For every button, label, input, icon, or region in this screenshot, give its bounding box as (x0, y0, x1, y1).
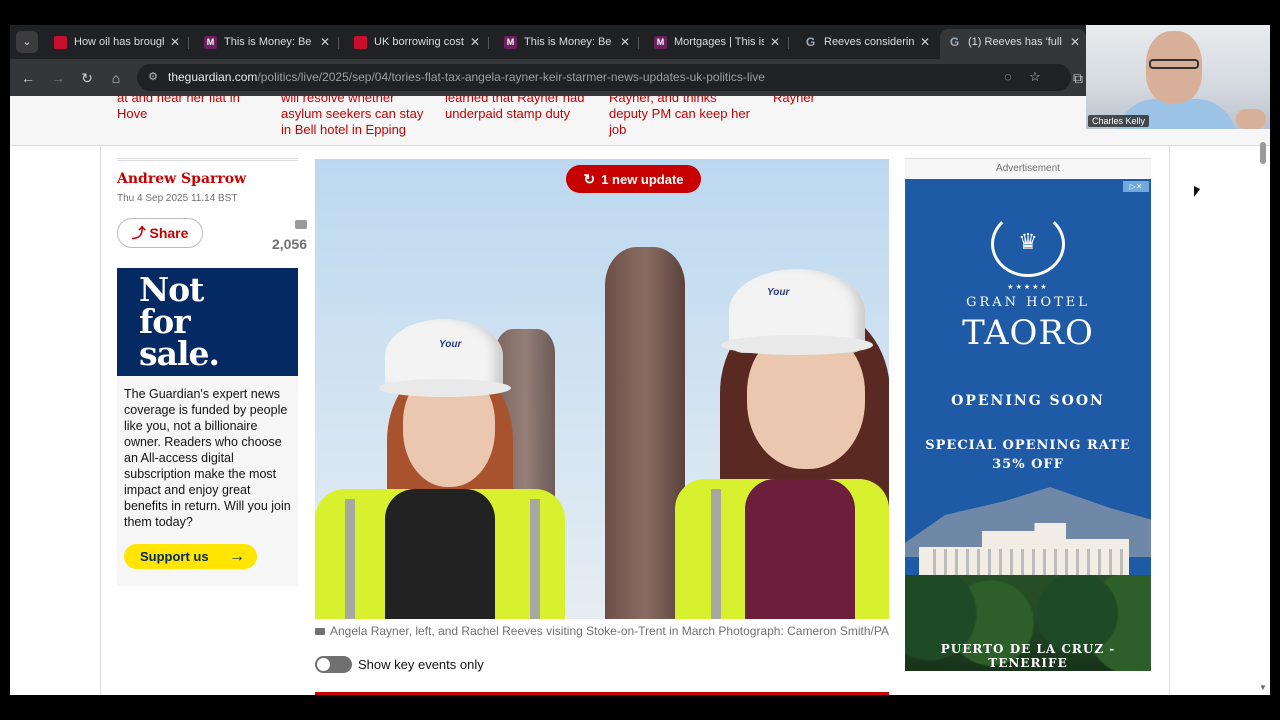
support-us-button[interactable]: Support us → (124, 544, 257, 569)
tab-reeves-full-confidence[interactable]: G (1) Reeves has 'full c ✕ (940, 29, 1086, 59)
tab-strip: ⌄ How oil has brought ✕ M This is Money:… (10, 25, 1086, 59)
close-icon[interactable]: ✕ (168, 29, 182, 55)
tab-uk-borrowing[interactable]: UK borrowing costs ✕ (346, 29, 486, 57)
mouse-cursor-icon (1194, 186, 1200, 197)
eye-off-icon[interactable]: ◌ (1000, 69, 1016, 85)
hat-logo: Your (439, 339, 462, 350)
ad-line-opening: OPENING SOON (951, 393, 1105, 409)
ad-line-rate: SPECIAL OPENING RATE (925, 438, 1131, 453)
hotel-advert[interactable]: ▷✕ ♛ ★★★★★ GRAN HOTEL TAORO OPENING SOON… (905, 179, 1151, 671)
related-link[interactable]: will resolve whether asylum seekers can … (281, 96, 431, 138)
not-for-sale-banner: Not for sale. (117, 268, 298, 376)
tab-label: Mortgages | This is M (674, 36, 764, 48)
reload-icon[interactable]: ↻ (77, 68, 97, 88)
site-favicon-icon: M (654, 36, 667, 49)
adchoices-icon[interactable]: ▷✕ (1123, 181, 1149, 192)
url-text: theguardian.com/politics/live/2025/sep/0… (168, 70, 765, 84)
arrow-right-icon: → (229, 548, 245, 565)
site-favicon-icon: M (504, 36, 517, 49)
tab-mortgages[interactable]: M Mortgages | This is M ✕ (646, 29, 786, 57)
screen: ⌄ How oil has brought ✕ M This is Money:… (0, 0, 1280, 720)
tab-this-is-money-2[interactable]: M This is Money: Be yo ✕ (496, 29, 636, 57)
related-stories-strip: at and near her flat in Hove will resolv… (10, 96, 1270, 146)
refresh-icon: ↻ (583, 171, 596, 187)
key-events-toggle[interactable] (315, 656, 352, 673)
close-icon[interactable]: ✕ (618, 29, 632, 55)
tab-label: This is Money: Be yo (524, 36, 614, 48)
camera-icon (315, 628, 325, 635)
crown-icon: ♛ (1018, 229, 1038, 254)
ad-line-discount: 35% OFF (992, 457, 1064, 472)
share-icon: ⤴ (131, 225, 150, 241)
live-blog-divider (315, 692, 889, 695)
back-arrow-icon[interactable]: ← (18, 68, 38, 88)
site-info-icon[interactable]: ⚙ (145, 69, 161, 85)
tab-label: Reeves considering (824, 36, 914, 48)
related-link[interactable]: learned that Rayner had underpaid stamp … (445, 96, 595, 122)
ad-brand-name: TAORO (962, 313, 1094, 353)
tab-label: How oil has brought (74, 36, 164, 48)
close-icon[interactable]: ✕ (468, 29, 482, 55)
advert-label: Advertisement (905, 158, 1151, 178)
hat-logo: Your (767, 287, 790, 298)
web-page: at and near her flat in Hove will resolv… (10, 96, 1270, 695)
tab-search-button[interactable]: ⌄ (16, 31, 38, 53)
comment-icon (295, 220, 307, 229)
close-icon[interactable]: ✕ (768, 29, 782, 55)
related-link[interactable]: Rayner, and thinks deputy PM can keep he… (609, 96, 759, 138)
author-name[interactable]: Andrew Sparrow (117, 171, 298, 187)
site-favicon-icon (354, 36, 367, 49)
site-favicon-icon (54, 36, 67, 49)
bookmark-star-icon[interactable]: ☆ (1027, 69, 1043, 85)
close-icon[interactable]: ✕ (1068, 29, 1082, 55)
home-icon[interactable]: ⌂ (106, 68, 126, 88)
tab-this-is-money-1[interactable]: M This is Money: Be yo ✕ (196, 29, 336, 57)
photo-caption: Angela Rayner, left, and Rachel Reeves v… (315, 624, 889, 638)
support-pitch: The Guardian's expert news coverage is f… (124, 387, 291, 529)
extension-icon[interactable]: ⧉ (1068, 68, 1088, 88)
publish-date: Thu 4 Sep 2025 11.14 BST (117, 193, 238, 204)
advert-column: Advertisement ▷✕ ♛ ★★★★★ GRAN HOTEL TAOR… (905, 158, 1151, 671)
star-rating: ★★★★★ (1007, 284, 1049, 291)
site-favicon-icon: M (204, 36, 217, 49)
new-update-button[interactable]: ↻ 1 new update (566, 165, 701, 193)
forward-arrow-icon[interactable]: → (48, 68, 68, 88)
key-events-label: Show key events only (358, 657, 484, 672)
ad-location: PUERTO DE LA CRUZ - TENERIFE (940, 642, 1116, 670)
presenter-name: Charles Kelly (1088, 115, 1150, 127)
share-button[interactable]: ⤴ Share (117, 218, 203, 248)
comment-count[interactable]: 2,056 (272, 216, 307, 252)
tab-label: This is Money: Be yo (224, 36, 314, 48)
related-link[interactable]: Rayner (773, 96, 833, 106)
byline-column: Andrew Sparrow Thu 4 Sep 2025 11.14 BST … (117, 158, 307, 252)
hero-photo: Your Your ↻ 1 new update (315, 159, 889, 619)
ad-brand-top: GRAN HOTEL (966, 295, 1090, 310)
address-bar[interactable]: ⚙ theguardian.com/politics/live/2025/sep… (137, 64, 1071, 91)
scrollbar-thumb[interactable] (1260, 142, 1266, 164)
tab-label: UK borrowing costs (374, 36, 464, 48)
tab-label: (1) Reeves has 'full c (968, 36, 1064, 48)
guardian-favicon-icon: G (805, 35, 816, 49)
tab-how-oil[interactable]: How oil has brought ✕ (46, 29, 186, 57)
guardian-favicon-icon: G (949, 35, 960, 49)
scroll-down-icon[interactable]: ▼ (1259, 683, 1267, 692)
related-link[interactable]: at and near her flat in Hove (117, 96, 267, 122)
close-icon[interactable]: ✕ (318, 29, 332, 55)
webcam-overlay: Charles Kelly (1086, 25, 1270, 129)
tab-reeves-considering[interactable]: G Reeves considering ✕ (796, 29, 936, 57)
support-panel: Not for sale. The Guardian's expert news c… (117, 268, 298, 586)
close-icon[interactable]: ✕ (918, 29, 932, 55)
browser-toolbar: ← → ↻ ⌂ ⚙ theguardian.com/politics/live/… (10, 59, 1086, 96)
